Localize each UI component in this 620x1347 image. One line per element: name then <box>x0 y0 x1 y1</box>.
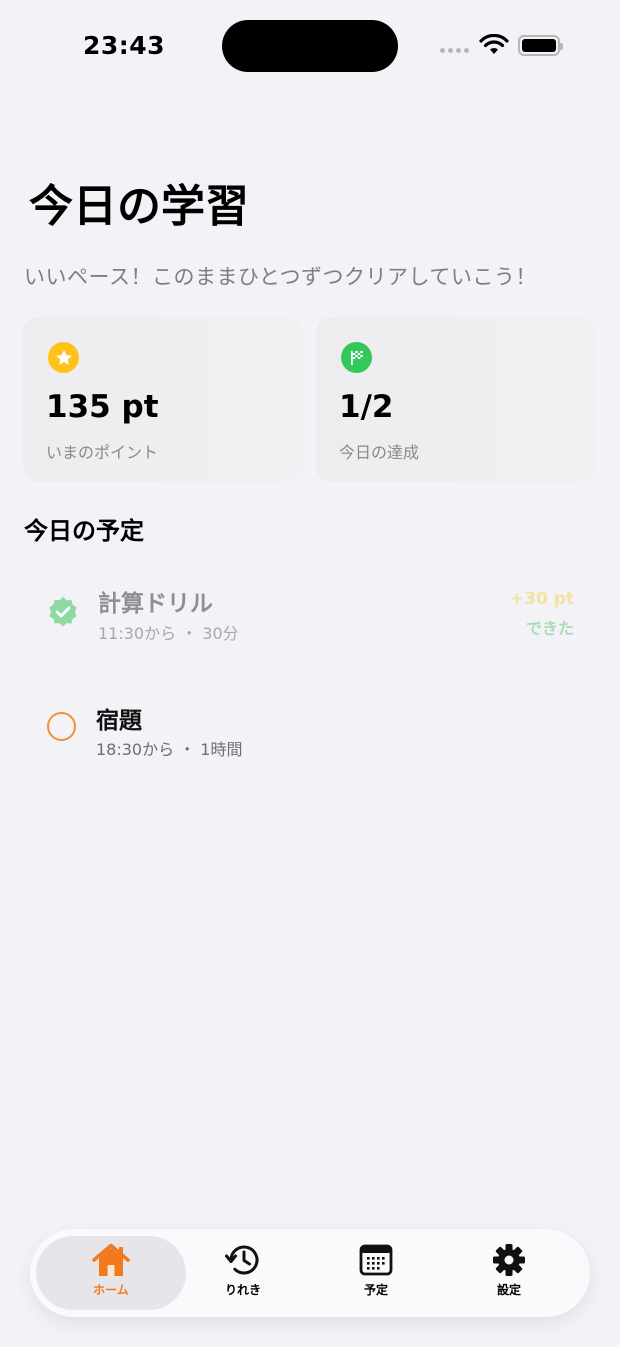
points-card: 135 pt いまのポイント <box>23 317 303 482</box>
task-status: できた <box>525 619 574 638</box>
tab-label: ホーム <box>93 1283 129 1297</box>
tab-home[interactable]: ホーム <box>46 1243 176 1307</box>
tab-label: 予定 <box>363 1283 388 1297</box>
house-icon <box>92 1243 130 1276</box>
checkered-flag-icon <box>341 342 372 373</box>
task-item-homework[interactable]: 宿題 18:30から ・ 1時間 <box>0 698 620 768</box>
task-name: 宿題 <box>96 708 142 734</box>
status-time: 23:43 <box>83 31 166 60</box>
tab-label: りれき <box>224 1283 261 1297</box>
battery-icon <box>518 35 563 56</box>
screen: 23:43 今日の学習 いいペース！このままひとつずつクリアしていこう！ 135… <box>0 0 620 1347</box>
task-meta: 18:30から ・ 1時間 <box>96 740 243 759</box>
cellular-signal-icon <box>440 48 469 53</box>
tab-bar: ホーム りれき 予定 設定 <box>30 1229 590 1317</box>
progress-card: 1/2 今日の達成 <box>316 317 596 482</box>
tab-label: 設定 <box>496 1283 521 1297</box>
check-badge-icon[interactable] <box>47 596 79 628</box>
points-value: 135 pt <box>46 389 159 425</box>
tab-history[interactable]: りれき <box>178 1243 308 1307</box>
calendar-icon <box>359 1244 393 1276</box>
progress-label: 今日の達成 <box>339 443 420 462</box>
wifi-icon <box>479 34 509 54</box>
page-subtitle: いいペース！このままひとつずつクリアしていこう！ <box>24 265 537 289</box>
task-points: +30 pt <box>509 589 574 609</box>
status-bar: 23:43 <box>0 0 620 90</box>
gear-icon <box>493 1244 525 1276</box>
task-meta: 11:30から ・ 30分 <box>98 624 239 643</box>
star-icon <box>48 342 79 373</box>
task-name: 計算ドリル <box>98 591 213 617</box>
tab-schedule[interactable]: 予定 <box>311 1243 441 1307</box>
schedule-section-title: 今日の予定 <box>24 517 144 545</box>
page-title: 今日の学習 <box>29 181 249 232</box>
dynamic-island <box>222 20 398 72</box>
history-icon <box>225 1245 259 1275</box>
tab-settings[interactable]: 設定 <box>444 1243 574 1307</box>
empty-circle-icon[interactable] <box>47 712 76 741</box>
task-item-calc-drill[interactable]: 計算ドリル 11:30から ・ 30分 +30 pt できた <box>0 580 620 650</box>
points-label: いまのポイント <box>46 443 159 462</box>
progress-value: 1/2 <box>339 389 394 425</box>
